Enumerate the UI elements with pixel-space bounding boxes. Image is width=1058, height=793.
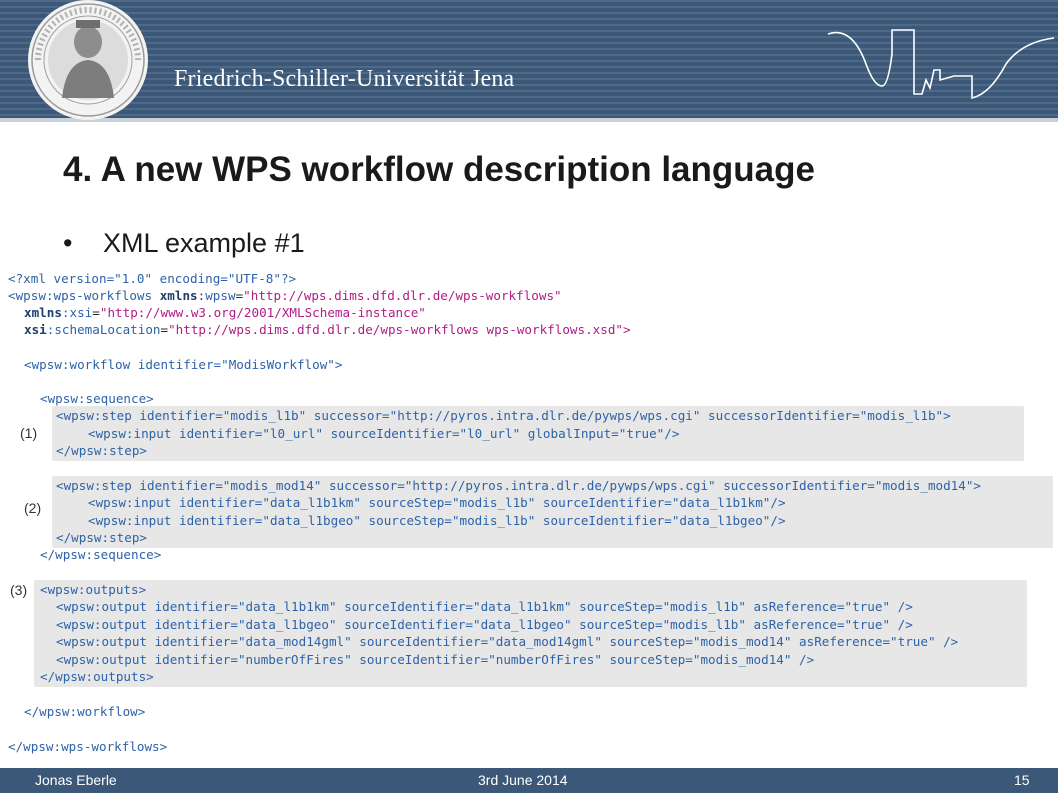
xml-code-block: <?xml version="1.0" encoding="UTF-8"?> <… [0,0,1058,760]
code-line: </wpsw:sequence> [40,547,162,562]
code-line: xsi:schemaLocation="http://wps.dims.dfd.… [24,322,631,337]
footer-bar: Jonas Eberle 3rd June 2014 15 [0,768,1058,793]
code-line: <wpsw:sequence> [40,391,154,406]
code-line: </wpsw:step> [56,530,147,545]
code-token: wpsw [15,288,46,303]
code-line: <?xml version="1.0" encoding="UTF-8"?> [8,271,297,286]
code-line: <wpsw:input identifier="data_l1b1km" sou… [88,495,786,510]
code-token: "http://wps.dims.dfd.dlr.de/wps-workflow… [168,322,631,337]
code-token: wps-workflows [53,288,153,303]
code-line: <wpsw:workflow identifier="ModisWorkflow… [24,357,343,372]
code-line: <wpsw:input identifier="l0_url" sourceId… [88,426,680,441]
code-token: xmlns [159,288,198,303]
code-token: xsi [24,322,47,337]
code-token: : [45,288,54,303]
code-line: <wpsw:step identifier="modis_l1b" succes… [56,408,951,423]
footer-author: Jonas Eberle [35,772,117,788]
code-line: </wpsw:step> [56,443,147,458]
code-token: < [8,288,16,303]
code-token: "http://wps.dims.dfd.dlr.de/wps-workflow… [243,288,562,303]
code-line: </wpsw:outputs> [40,669,154,684]
code-line: xmlns:xsi="http://www.w3.org/2001/XMLSch… [24,305,426,320]
code-line: <wpsw:input identifier="data_l1bgeo" sou… [88,513,786,528]
code-line: <wpsw:output identifier="data_mod14gml" … [56,634,959,649]
code-token: "http://www.w3.org/2001/XMLSchema-instan… [99,305,426,320]
code-token: :xsi [61,305,93,320]
code-line: </wpsw:workflow> [24,704,146,719]
code-line: </wpsw:wps-workflows> [8,739,168,754]
code-line: <wpsw:wps-workflows xmlns:wpsw="http://w… [8,288,562,303]
code-line: <wpsw:output identifier="numberOfFires" … [56,652,815,667]
step-label-2: (2) [24,500,42,516]
code-line: <wpsw:outputs> [40,582,147,597]
code-line: <wpsw:output identifier="data_l1bgeo" so… [56,617,913,632]
code-token: xmlns [24,305,62,320]
code-line: <wpsw:step identifier="modis_mod14" succ… [56,478,982,493]
page-number: 15 [1014,772,1030,788]
step-label-1: (1) [20,425,38,441]
code-token: :schemaLocation [46,322,161,337]
footer-date: 3rd June 2014 [478,772,568,788]
code-line: <wpsw:output identifier="data_l1b1km" so… [56,599,913,614]
step-label-3: (3) [10,582,28,598]
code-token: wpsw [205,288,236,303]
